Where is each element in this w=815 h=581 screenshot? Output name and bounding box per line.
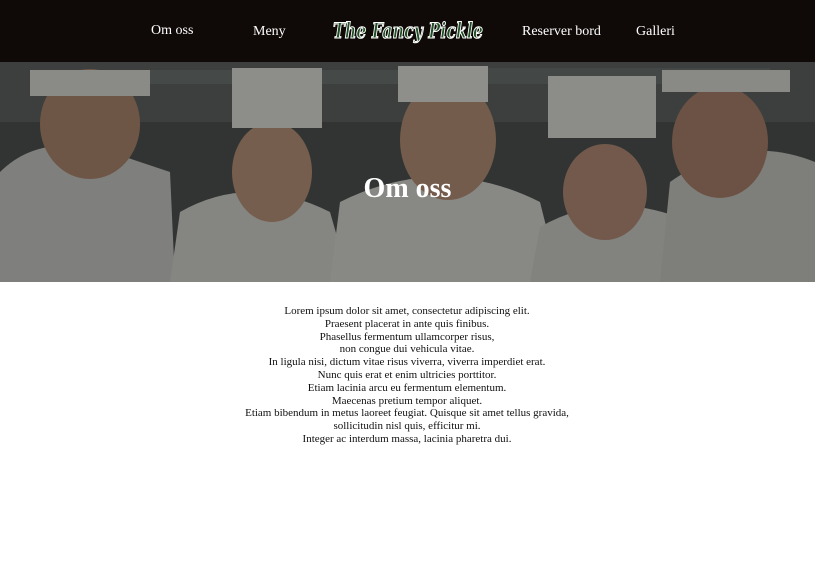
- about-line: Lorem ipsum dolor sit amet, consectetur …: [284, 305, 530, 317]
- nav-link-galleri[interactable]: Galleri: [636, 24, 675, 40]
- navigation-bar: Om oss Meny The Fancy Pickle Reserver bo…: [0, 0, 815, 62]
- about-line: Etiam bibendum in metus laoreet feugiat.…: [245, 407, 569, 420]
- about-line: In ligula nisi, dictum vitae risus viver…: [268, 356, 546, 369]
- about-line: sollicitudin nisl quis, efficitur mi.: [333, 420, 481, 433]
- about-line: Nunc quis erat et enim ultricies porttit…: [317, 368, 497, 381]
- nav-link-om-oss[interactable]: Om oss: [151, 23, 193, 39]
- svg-text:The Fancy Pickle: The Fancy Pickle: [333, 18, 483, 43]
- logo-the-fancy-pickle[interactable]: The Fancy Pickle: [331, 12, 487, 48]
- about-line: Etiam lacinia arcu eu fermentum elementu…: [307, 381, 507, 394]
- hero-title: Om oss: [363, 172, 452, 204]
- about-line: Maecenas pretium tempor aliquet.: [331, 394, 483, 407]
- hero-banner: Om oss: [0, 62, 815, 282]
- about-line: Phasellus fermentum ullamcorper risus,: [319, 330, 495, 343]
- about-line: Integer ac interdum massa, lacinia phare…: [302, 432, 512, 445]
- about-line: Praesent placerat in ante quis finibus.: [324, 317, 490, 330]
- nav-link-reserver-bord[interactable]: Reserver bord: [522, 24, 601, 40]
- about-text: Lorem ipsum dolor sit amet, consectetur …: [207, 305, 607, 446]
- nav-link-meny[interactable]: Meny: [253, 24, 286, 40]
- about-line: non congue dui vehicula vitae.: [339, 343, 475, 356]
